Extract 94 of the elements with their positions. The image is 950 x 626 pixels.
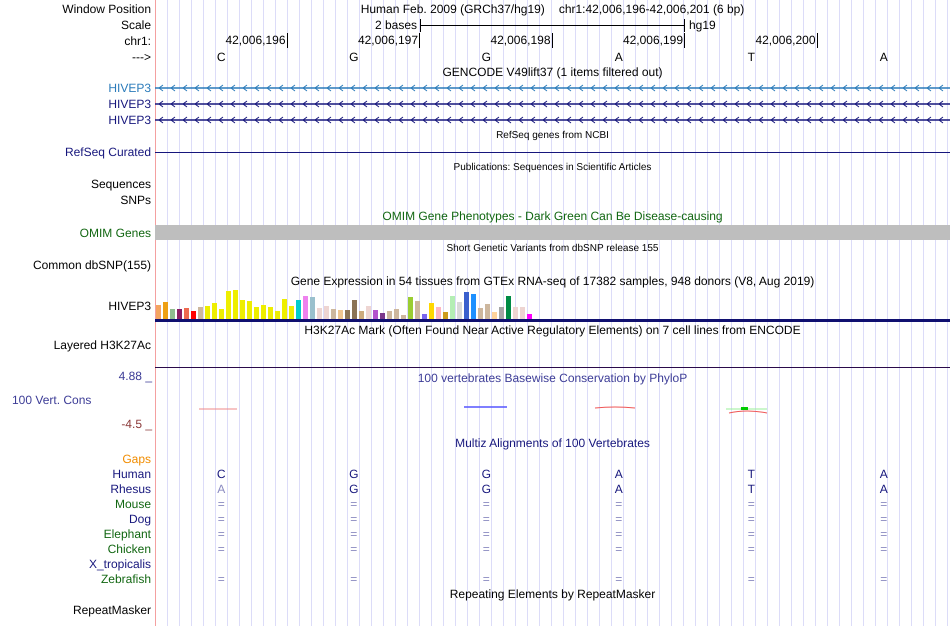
aligned-base: G bbox=[482, 466, 491, 480]
track-title: 100 vertebrates Basewise Conservation by PhyloP bbox=[418, 371, 688, 385]
aligned-base: = bbox=[482, 512, 490, 526]
base-letter: C bbox=[216, 50, 226, 64]
aligned-base: G bbox=[349, 466, 358, 480]
axis-max-label: 4.88 _ bbox=[118, 369, 152, 383]
aligned-base: = bbox=[218, 572, 225, 586]
track-label[interactable]: Layered H3K27Ac bbox=[54, 338, 151, 352]
track-label[interactable]: HIVEP3 bbox=[108, 81, 151, 95]
aligned-base: = bbox=[218, 512, 225, 526]
aligned-base: T bbox=[748, 482, 755, 496]
aligned-base: T bbox=[748, 466, 755, 480]
assembly-title: Human Feb. 2009 (GRCh37/hg19) bbox=[360, 2, 545, 16]
aligned-base: A bbox=[217, 482, 226, 496]
feature-bar[interactable] bbox=[155, 225, 950, 240]
aligned-base: = bbox=[615, 572, 622, 586]
aligned-base: = bbox=[350, 572, 358, 586]
aligned-base: A bbox=[880, 466, 888, 480]
ruler-tick-label: 42,006,196 bbox=[225, 33, 288, 48]
aligned-base: = bbox=[615, 542, 622, 556]
ruler-tick-label: 42,006,198 bbox=[490, 33, 552, 48]
aligned-base: = bbox=[350, 512, 358, 526]
aligned-base: = bbox=[748, 542, 755, 556]
aligned-base: A bbox=[614, 482, 623, 496]
species-label[interactable]: Human bbox=[112, 466, 151, 480]
track-title: GENCODE V49lift37 (1 items filtered out) bbox=[442, 65, 663, 79]
species-label[interactable]: Chicken bbox=[108, 542, 151, 556]
aligned-base: C bbox=[216, 466, 226, 480]
track-title: Gene Expression in 54 tissues from GTEx RNA-seq of 17382 samples, 948 donors (V8, Aug 2019) bbox=[290, 274, 814, 288]
base-letter: T bbox=[748, 50, 755, 64]
aligned-base: = bbox=[748, 572, 755, 586]
ruler-tick-label: 42,006,199 bbox=[622, 33, 685, 48]
ruler-tick-label: 42,006,200 bbox=[755, 33, 818, 48]
track-label[interactable]: Sequences bbox=[90, 177, 151, 191]
aligned-base: G bbox=[482, 482, 491, 496]
track-label[interactable]: HIVEP3 bbox=[108, 113, 151, 127]
assembly-id: hg19 bbox=[688, 18, 717, 32]
aligned-base: = bbox=[615, 526, 622, 540]
aligned-base: = bbox=[615, 496, 622, 510]
aligned-base: A bbox=[880, 482, 888, 496]
species-label[interactable]: Dog bbox=[128, 512, 151, 526]
track-label[interactable]: RefSeq Curated bbox=[64, 145, 151, 159]
track-label[interactable]: SNPs bbox=[120, 193, 151, 207]
track-label: chr1: bbox=[124, 34, 151, 48]
track-label[interactable]: 100 Vert. Cons bbox=[0, 393, 92, 407]
aligned-base: = bbox=[748, 496, 755, 510]
aligned-base: = bbox=[218, 496, 225, 510]
base-letter: A bbox=[614, 50, 623, 64]
track-label[interactable]: HIVEP3 bbox=[108, 298, 151, 312]
axis-min-label: -4.5 _ bbox=[121, 417, 152, 431]
base-letter: G bbox=[349, 50, 358, 64]
track-title: Publications: Sequences in Scientific Articles bbox=[454, 161, 652, 175]
aligned-base: = bbox=[482, 542, 490, 556]
track-title: RefSeq genes from NCBI bbox=[496, 129, 609, 143]
track-title: Multiz Alignments of 100 Vertebrates bbox=[455, 436, 650, 450]
aligned-base: = bbox=[482, 526, 490, 540]
track-title: Repeating Elements by RepeatMasker bbox=[450, 587, 656, 601]
track-label: Scale bbox=[120, 18, 151, 32]
track-label[interactable]: RepeatMasker bbox=[72, 603, 151, 617]
species-label[interactable]: Zebrafish bbox=[100, 572, 151, 586]
aligned-base: = bbox=[880, 526, 888, 540]
aligned-base: = bbox=[350, 526, 358, 540]
track-title: H3K27Ac Mark (Often Found Near Active Regulatory Elements) on 7 cell lines from ENCODE bbox=[304, 323, 801, 337]
aligned-base: = bbox=[880, 496, 888, 510]
aligned-base: = bbox=[350, 496, 358, 510]
aligned-base: = bbox=[482, 572, 490, 586]
strand-label: ---> bbox=[132, 50, 151, 64]
base-letter: G bbox=[482, 50, 491, 64]
species-label[interactable]: Elephant bbox=[104, 526, 151, 540]
track-label[interactable]: HIVEP3 bbox=[108, 97, 151, 111]
track-label[interactable]: Common dbSNP(155) bbox=[32, 258, 151, 272]
aligned-base: A bbox=[614, 466, 623, 480]
position-range: chr1:42,006,196-42,006,201 (6 bp) bbox=[558, 2, 744, 16]
track-title: OMIM Gene Phenotypes - Dark Green Can Be Disease-causing bbox=[382, 209, 723, 223]
aligned-base: = bbox=[880, 512, 888, 526]
species-label[interactable]: X_tropicalis bbox=[88, 556, 151, 570]
scale-label: 2 bases bbox=[374, 18, 418, 32]
track-label[interactable]: OMIM Genes bbox=[80, 226, 151, 240]
aligned-base: = bbox=[218, 526, 225, 540]
aligned-base: = bbox=[482, 496, 490, 510]
track-title: Short Genetic Variants from dbSNP release 155 bbox=[446, 242, 658, 256]
species-label[interactable]: Rhesus bbox=[110, 482, 151, 496]
aligned-base: = bbox=[748, 526, 755, 540]
aligned-base: = bbox=[350, 542, 358, 556]
aligned-base: G bbox=[349, 482, 358, 496]
track-label: Window Position bbox=[62, 2, 151, 16]
species-label[interactable]: Mouse bbox=[114, 496, 151, 510]
aligned-base: = bbox=[880, 542, 888, 556]
base-letter: A bbox=[880, 50, 888, 64]
aligned-base: = bbox=[615, 512, 622, 526]
aligned-base: = bbox=[880, 572, 888, 586]
aligned-base: = bbox=[748, 512, 755, 526]
ruler-tick-label: 42,006,197 bbox=[358, 33, 420, 48]
aligned-base: = bbox=[218, 542, 225, 556]
